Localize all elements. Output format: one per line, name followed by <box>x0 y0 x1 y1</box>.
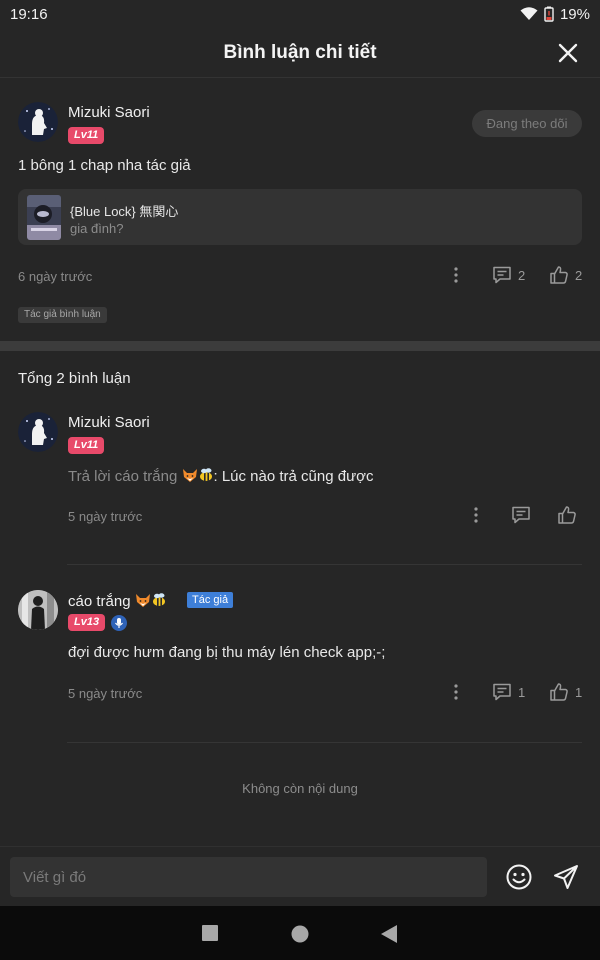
status-icons: 19% <box>520 6 590 23</box>
like-button[interactable]: 1 <box>549 682 582 702</box>
level-badge: Lv13 <box>68 614 106 631</box>
battery-percent: 19% <box>559 5 590 23</box>
level-badge: Lv11 <box>68 437 105 454</box>
status-bar: 19:16 19% <box>0 0 600 28</box>
more-icon[interactable] <box>470 505 482 525</box>
work-thumbnail <box>27 195 61 240</box>
avatar[interactable] <box>18 412 58 452</box>
bee-emoji-icon <box>151 592 167 608</box>
reply-time: 5 ngày trước <box>68 509 143 524</box>
reply-button[interactable]: 1 <box>492 682 525 702</box>
thumbs-up-icon <box>550 683 568 701</box>
wifi-icon <box>520 7 538 21</box>
home-icon[interactable] <box>290 924 310 944</box>
author-tag: Tác giả <box>187 592 234 608</box>
header: Bình luận chi tiết <box>0 28 600 78</box>
total-comments-label: Tổng 2 bình luận <box>18 370 131 387</box>
mic-badge-icon <box>111 615 127 631</box>
battery-icon <box>544 6 554 22</box>
reply-author-name: cáo trắng <box>68 593 131 610</box>
fox-emoji-icon <box>182 467 198 483</box>
reply-text: đợi được hưm đang bị thu máy lén check a… <box>68 644 386 661</box>
send-icon[interactable] <box>552 863 580 891</box>
thumbs-up-icon[interactable] <box>557 505 577 525</box>
section-divider <box>0 341 600 351</box>
comment-icon <box>493 266 511 284</box>
comment-icon[interactable] <box>511 505 531 525</box>
divider <box>67 742 582 743</box>
like-count: 2 <box>575 267 583 283</box>
page-title: Bình luận chi tiết <box>223 41 377 63</box>
author-comment-badge: Tác giả bình luận <box>18 307 107 323</box>
reply-to-label: Trả lời cáo trắng <box>68 468 178 485</box>
follow-button[interactable]: Đang theo dõi <box>472 110 582 137</box>
quoted-work-card[interactable]: {Blue Lock} 無関心 gia đình? <box>18 189 582 245</box>
status-time: 19:16 <box>10 5 48 23</box>
emoji-icon[interactable] <box>505 863 533 891</box>
like-button[interactable]: 2 <box>549 265 582 285</box>
comment-time: 6 ngày trước <box>18 269 93 284</box>
comment-composer <box>0 846 600 906</box>
reply-author[interactable]: Mizuki Saori <box>68 414 150 431</box>
divider <box>67 564 582 565</box>
comment-input[interactable] <box>10 857 487 897</box>
like-count: 1 <box>575 684 583 700</box>
comment-detail-screen: Bình luận chi tiết Mizuki Saori Lv11 Đan… <box>0 28 600 906</box>
reply-button[interactable]: 2 <box>492 265 525 285</box>
more-icon[interactable] <box>450 682 462 702</box>
level-badge: Lv11 <box>68 127 105 144</box>
fox-emoji-icon <box>135 592 151 608</box>
quoted-work-subtitle: gia đình? <box>70 221 124 236</box>
recent-apps-icon[interactable] <box>201 924 221 944</box>
close-icon[interactable] <box>556 41 580 65</box>
thumbs-up-icon <box>550 266 568 284</box>
bee-emoji-icon <box>198 467 214 483</box>
reply-time: 5 ngày trước <box>68 686 143 701</box>
system-navigation-bar <box>0 906 600 960</box>
comment-author[interactable]: Mizuki Saori <box>68 104 150 121</box>
comment-text: 1 bông 1 chap nha tác giả <box>18 157 191 174</box>
reply-text: Trả lời cáo trắng : Lúc nào trả cũng đượ… <box>68 467 373 485</box>
back-icon[interactable] <box>380 924 400 944</box>
avatar[interactable] <box>18 102 58 142</box>
reply-count: 1 <box>518 684 526 700</box>
more-icon[interactable] <box>450 265 462 285</box>
comment-icon <box>493 683 511 701</box>
end-of-content-label: Không còn nội dung <box>242 781 358 796</box>
reply-author[interactable]: cáo trắng <box>68 592 167 610</box>
quoted-work-title: {Blue Lock} 無関心 <box>70 204 179 219</box>
reply-body: : Lúc nào trả cũng được <box>213 468 374 485</box>
reply-count: 2 <box>518 267 526 283</box>
avatar[interactable] <box>18 590 58 630</box>
